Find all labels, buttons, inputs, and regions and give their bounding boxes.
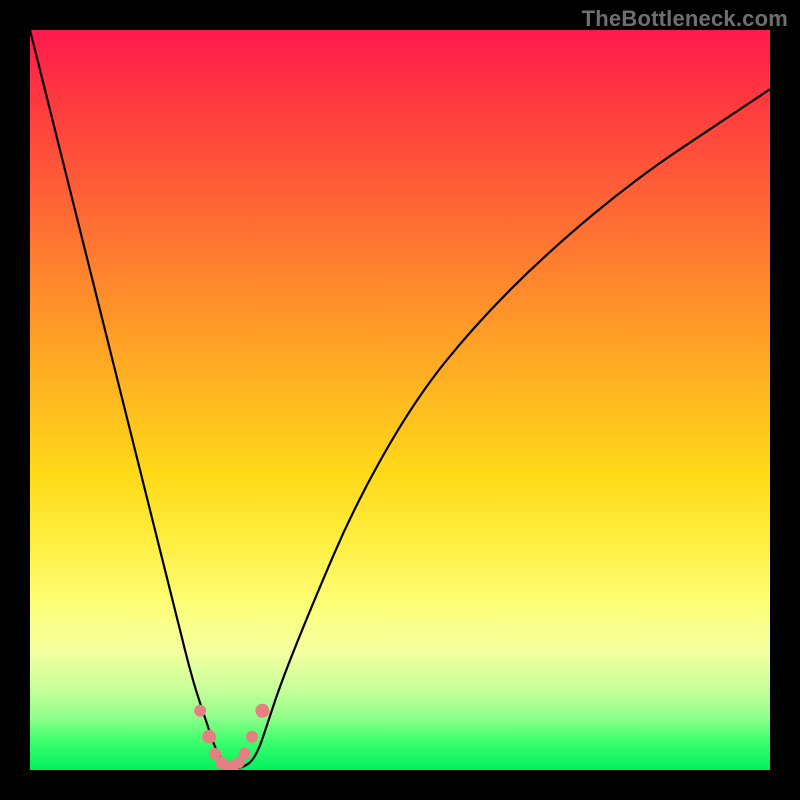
bottleneck-curve — [30, 30, 770, 768]
watermark-text: TheBottleneck.com — [582, 6, 788, 32]
marker-dot — [246, 731, 258, 743]
chart-svg — [30, 30, 770, 770]
marker-dot — [194, 705, 206, 717]
marker-dot — [255, 704, 269, 718]
chart-plot-area — [30, 30, 770, 770]
marker-dot — [239, 748, 251, 760]
marker-dot — [202, 730, 216, 744]
marker-cluster — [194, 704, 269, 770]
